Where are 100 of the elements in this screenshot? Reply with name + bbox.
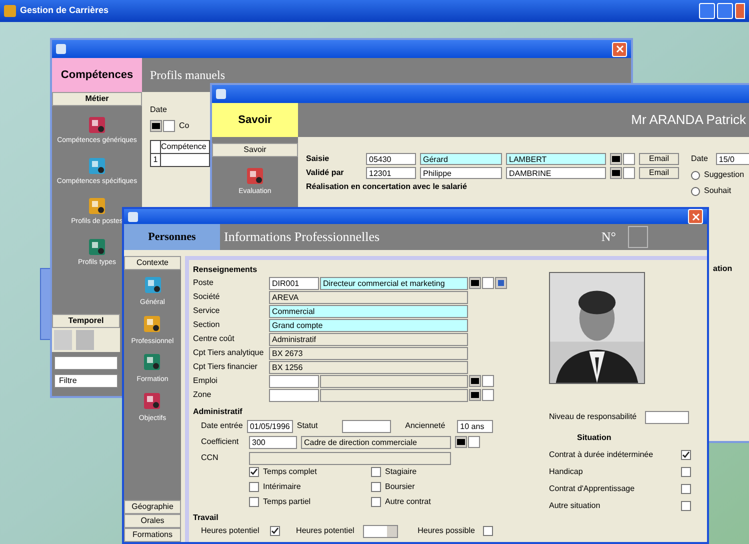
- window-icon: [216, 89, 226, 99]
- email-button[interactable]: Email: [639, 153, 679, 165]
- number-label: N°: [601, 228, 616, 246]
- close-button[interactable]: [612, 42, 627, 56]
- checkbox-label: Handicap: [549, 466, 583, 478]
- checkbox-label: Intérimaire: [263, 481, 301, 493]
- description-field[interactable]: Directeur commercial et marketing: [320, 276, 468, 290]
- checkbox[interactable]: [249, 497, 259, 507]
- code-field[interactable]: [269, 388, 319, 402]
- section-title: Administratif: [193, 406, 244, 418]
- date-field[interactable]: 15/0: [716, 153, 749, 165]
- input-field[interactable]: BX 1256: [269, 360, 468, 374]
- checkbox[interactable]: [681, 467, 691, 477]
- close-icon: [692, 212, 700, 220]
- description-field[interactable]: [320, 388, 468, 402]
- field-label: CCN: [201, 452, 220, 464]
- screen-heading: Profils manuels: [150, 67, 225, 84]
- input-field[interactable]: [644, 410, 689, 424]
- field-label: Centre coût: [193, 333, 236, 345]
- field-label: Service: [193, 305, 221, 317]
- checkbox[interactable]: [681, 450, 691, 460]
- checkbox[interactable]: [371, 497, 381, 507]
- input-field[interactable]: [54, 356, 118, 370]
- input-field[interactable]: LAMBERT: [506, 153, 606, 165]
- close-icon: [616, 45, 624, 53]
- description-field[interactable]: Cadre de direction commerciale: [301, 436, 451, 448]
- section-header[interactable]: Formations: [124, 528, 181, 542]
- section-header[interactable]: Géographie: [124, 500, 181, 514]
- screen-heading: Informations Professionnelles: [224, 228, 380, 246]
- field-label: Cpt Tiers financier: [193, 361, 258, 373]
- checkbox[interactable]: [482, 526, 493, 536]
- field-label: Cpt Tiers analytique: [193, 347, 265, 359]
- module-icon[interactable]: [86, 114, 108, 136]
- checkbox[interactable]: [681, 484, 691, 494]
- checkbox-label: Stagiaire: [385, 466, 417, 478]
- field-label: Co: [179, 120, 190, 132]
- input-field[interactable]: AREVA: [269, 290, 468, 304]
- code-field[interactable]: 300: [249, 436, 297, 448]
- code-field[interactable]: [269, 374, 319, 388]
- field-label: Saisie: [306, 153, 330, 165]
- module-tab[interactable]: Compétences: [52, 58, 142, 92]
- input-field[interactable]: [249, 452, 451, 464]
- input-field[interactable]: Philippe: [420, 167, 502, 179]
- field-label: Coefficient: [201, 436, 240, 448]
- filter-dropdown[interactable]: Filtre: [54, 374, 118, 388]
- field-label: Validé par: [306, 167, 345, 179]
- email-button[interactable]: Email: [639, 167, 679, 179]
- checkbox[interactable]: [371, 467, 381, 477]
- field-label: Date: [691, 153, 708, 165]
- input-field[interactable]: Gérard: [420, 153, 502, 165]
- description-field[interactable]: [320, 374, 468, 388]
- field-label: Date: [150, 105, 167, 114]
- checkbox-label: Autre situation: [549, 500, 600, 512]
- section-header[interactable]: Savoir: [212, 143, 298, 157]
- checkbox-label: Boursier: [385, 481, 415, 493]
- minimize-button[interactable]: [699, 3, 715, 19]
- radio-label: Suggestion: [704, 169, 744, 181]
- module-tab[interactable]: Personnes: [124, 224, 220, 250]
- close-button[interactable]: [688, 209, 703, 224]
- window-icon: [128, 212, 138, 222]
- checkbox[interactable]: [249, 482, 259, 492]
- checkbox[interactable]: [270, 526, 280, 536]
- input-field[interactable]: [342, 420, 392, 432]
- input-field[interactable]: 05430: [366, 153, 416, 165]
- radio-button[interactable]: [691, 170, 700, 180]
- input-field[interactable]: BX 2673: [269, 346, 468, 360]
- field-label: Heures possible: [418, 525, 475, 537]
- section-header[interactable]: Métier: [52, 92, 142, 106]
- field-label: Heures potentiel: [201, 525, 260, 537]
- checkbox-label: Temps complet: [263, 466, 317, 478]
- checkbox[interactable]: [681, 501, 691, 511]
- note-text: Réalisation en concertation avec le salarié: [306, 181, 468, 193]
- checkbox[interactable]: [371, 482, 381, 492]
- radio-label: Souhait: [704, 185, 732, 197]
- section-header[interactable]: Orales: [124, 514, 181, 528]
- field-label: Zone: [193, 389, 212, 401]
- code-field[interactable]: DIR001: [269, 276, 319, 290]
- input-field[interactable]: 12301: [366, 167, 416, 179]
- close-button[interactable]: [735, 3, 745, 19]
- app-icon: [4, 5, 16, 17]
- field-label: Heures potentiel: [296, 525, 356, 537]
- input-field[interactable]: Administratif: [269, 332, 468, 346]
- module-icon[interactable]: [86, 195, 108, 217]
- module-tab[interactable]: Savoir: [212, 103, 298, 137]
- maximize-button[interactable]: [717, 3, 733, 19]
- section-title: Travail: [193, 512, 220, 524]
- field-label: ation: [713, 263, 734, 275]
- date-field[interactable]: 01/05/1996: [246, 420, 293, 432]
- hours-dropdown[interactable]: [363, 524, 398, 538]
- radio-button[interactable]: [691, 186, 700, 196]
- section-header[interactable]: Contexte: [124, 256, 181, 270]
- number-field: [628, 226, 648, 248]
- section-title: Situation: [577, 432, 612, 444]
- section-header[interactable]: Temporel: [52, 314, 120, 328]
- input-field[interactable]: Grand compte: [269, 318, 468, 332]
- checkbox[interactable]: [249, 467, 259, 477]
- input-field[interactable]: Commercial: [269, 304, 468, 318]
- field-label: Section: [193, 319, 221, 331]
- input-field[interactable]: 10 ans: [457, 420, 493, 432]
- input-field[interactable]: DAMBRINE: [506, 167, 606, 179]
